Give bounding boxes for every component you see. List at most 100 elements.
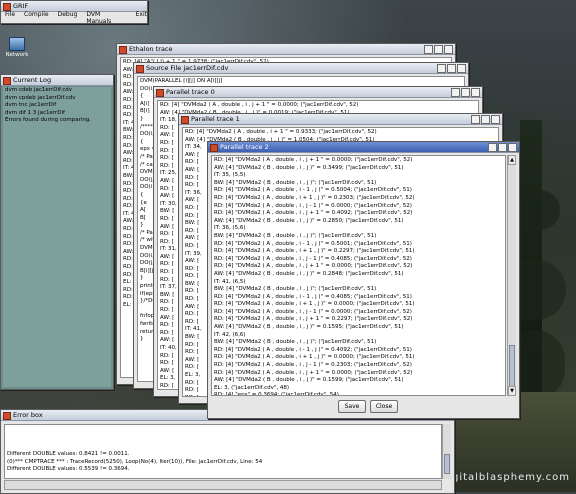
- window-icon: [210, 144, 218, 152]
- trace-line: RD: [4] "DVMda2 ( A , double , i , j - 1…: [214, 202, 412, 209]
- trace-line: IT: 36, (5,6): [214, 225, 246, 232]
- trace-line: RD: [4] "DVMda2 ( A , double , i - 1 , j…: [214, 187, 412, 194]
- parallel-trace-2-window: Parallel trace 2 RD: [4] "DVMda2 ( A , d…: [207, 141, 520, 419]
- error-box-hscrollbar[interactable]: [4, 480, 442, 490]
- close-button[interactable]: [508, 143, 517, 152]
- source-file-title: Source File jac1errDif.cdv: [146, 64, 229, 72]
- ethalon-trace-title: Ethalon trace: [129, 45, 173, 53]
- trace-line: RD: [4] "DVMda2 ( A , double , i , j - 1…: [214, 308, 412, 315]
- log-line: dvm cdeb jac1errDif.cdv: [5, 87, 73, 93]
- log-line: Errors found during comparing.: [5, 117, 92, 124]
- trace-line: AW: [4] "DVMda2 ( B , double , i , j )" …: [214, 270, 404, 277]
- parallel-trace-2-text[interactable]: RD: [4] "DVMda2 ( A , double , i , j + 1…: [211, 155, 506, 396]
- close-button[interactable]: [444, 45, 453, 54]
- ethalon-trace-titlebar[interactable]: Ethalon trace: [117, 44, 455, 55]
- scroll-thumb[interactable]: [509, 345, 515, 387]
- network-icon: [9, 37, 25, 51]
- trace-line: BW: [4] "DVMda2 ( B , double , i , j )";…: [214, 232, 377, 239]
- log-line: dvm dif 1 3 jac1errDif: [5, 109, 65, 116]
- maximize-button[interactable]: [447, 64, 456, 73]
- save-button[interactable]: Save: [338, 400, 366, 413]
- window-icon: [181, 116, 189, 124]
- maximize-button[interactable]: [498, 143, 507, 152]
- error-box-window: Error box Different DOUBLE values: 0.842…: [0, 409, 455, 494]
- error-line: Different DOUBLE values: 0.5539 != 0.369…: [7, 466, 130, 473]
- minimize-button[interactable]: [471, 115, 480, 124]
- trace-line: BW: [4] "DVMda2 ( B , double , i , j )";…: [214, 179, 377, 186]
- error-line: (0)*** CMPTRACE *** : TraceRecord(5250),…: [7, 458, 263, 465]
- network-icon-label: Network: [5, 52, 29, 58]
- current-log-title: Current Log: [13, 76, 52, 84]
- close-button[interactable]: Close: [370, 400, 398, 413]
- trace-line: AW: [4] "DVMda2 ( B , double , i , j )" …: [214, 377, 404, 384]
- scroll-down-arrow[interactable]: ▼: [508, 386, 516, 396]
- current-log-body: dvm cdeb jac1errDif.cdv dvm cpdeb jac1er…: [3, 87, 111, 387]
- trace-line: RD: [4] "DVMda2 ( A , double , i , j - 1…: [214, 255, 412, 262]
- window-icon: [119, 46, 127, 54]
- grif-menubar: File Compile Debug DVM Manuals Exit: [3, 11, 147, 25]
- source-file-titlebar[interactable]: Source File jac1errDif.cdv: [134, 63, 468, 74]
- window-icon: [3, 412, 11, 420]
- trace-line: AW: [4] "DVMda2 ( B , double , i , j )" …: [214, 324, 404, 331]
- current-log-titlebar[interactable]: Current Log: [1, 75, 113, 86]
- source-line: DVM(PARALLEL [i][j] ON A[i][j]: [140, 78, 223, 84]
- trace-line: RD: [4] "DVMda2 ( A , double , i + 1 , j…: [214, 248, 415, 255]
- trace-line: RD: [4] "DVMda2 ( A , double , i - 1 , j…: [214, 240, 412, 247]
- trace-line: RD: [4] "DVMda2 ( A , double , i + 1 " =…: [185, 129, 377, 135]
- log-line: dvm cpdeb jac1errDif.cdv: [5, 94, 76, 101]
- log-line: dvm tnc jac1errDif: [5, 102, 57, 109]
- trace-line: RD: [4] "DVMda2 ( A , double , i - 1 , j…: [214, 346, 412, 353]
- window-icon: [136, 65, 144, 73]
- error-line: Different DOUBLE values: 0.8421 != 0.001…: [7, 451, 130, 457]
- close-button[interactable]: [491, 115, 500, 124]
- trace-line: RD: [4] "DVMda2 ( A , double , i , j - 1…: [214, 362, 412, 369]
- trace-line: EL: 3, ("jac1errDif.cdv", 48): [214, 384, 290, 391]
- network-desktop-icon[interactable]: Network: [4, 37, 30, 58]
- maximize-button[interactable]: [461, 88, 470, 97]
- parallel-trace-0-titlebar[interactable]: Parallel trace 0: [154, 87, 482, 98]
- minimize-button[interactable]: [451, 88, 460, 97]
- trace-line: RD: [4] "DVMda2 ( A , double , i + 1 , j…: [214, 301, 415, 308]
- trace-line: RD: [4] "DVMda2 ( A , double , i + 1 , j…: [214, 194, 415, 201]
- parallel-trace-1-title: Parallel trace 1: [191, 115, 240, 123]
- minimize-button[interactable]: [424, 45, 433, 54]
- close-button[interactable]: [457, 64, 466, 73]
- trace-line: BW: [4] "DVMda2 ( B , double , i , j )";…: [214, 339, 377, 346]
- trace-line: RD: [4] "eps" = 0.3694; ("jac1errDif.cdv…: [214, 392, 339, 396]
- menu-compile[interactable]: Compile: [24, 11, 49, 20]
- trace-line: RD: [4] "DVMda2 ( A , double , i + 1 , j…: [214, 354, 415, 361]
- trace-line: BW: [4] "DVMda2 ( B , double , i , j )";…: [214, 286, 377, 293]
- error-box-scrollbar[interactable]: [442, 424, 451, 479]
- trace-line: IT: 41, (6,5): [214, 278, 246, 285]
- minimize-button[interactable]: [488, 143, 497, 152]
- trace-line: IT: 42, (6,6): [214, 331, 246, 338]
- parallel-trace-2-scrollbar[interactable]: ▲ ▼: [507, 155, 516, 396]
- menu-dvm-manuals[interactable]: DVM Manuals: [86, 11, 126, 25]
- maximize-button[interactable]: [434, 45, 443, 54]
- trace-line: RD: [4] "DVMda2 ( A , double , i , j + 1…: [214, 369, 413, 376]
- trace-line: RD: [4] "DVMda2 ( A , double , i , j + 1…: [214, 263, 413, 270]
- menu-file[interactable]: File: [5, 11, 15, 20]
- grif-title: GRIF: [13, 2, 29, 10]
- scroll-thumb[interactable]: [444, 454, 450, 474]
- scroll-up-arrow[interactable]: ▲: [508, 155, 516, 165]
- trace-line: RD: [4] "DVMda2 ( A , double , i , j + 1…: [214, 157, 413, 163]
- menu-debug[interactable]: Debug: [58, 11, 78, 20]
- menu-exit[interactable]: Exit: [136, 11, 147, 20]
- parallel-trace-1-titlebar[interactable]: Parallel trace 1: [179, 114, 502, 125]
- error-box-body[interactable]: Different DOUBLE values: 0.8421 != 0.001…: [4, 424, 442, 479]
- trace-line: RD: [4] "DVMda2 ( A , double , i , j + 1…: [214, 316, 413, 323]
- wallpaper-watermark: digitalblasphemy.com: [440, 472, 570, 483]
- window-icon: [3, 77, 11, 85]
- app-icon: [3, 3, 11, 11]
- close-button[interactable]: [471, 88, 480, 97]
- minimize-button[interactable]: [437, 64, 446, 73]
- maximize-button[interactable]: [481, 115, 490, 124]
- trace-line: IT: 35, (5,5): [214, 172, 246, 179]
- parallel-trace-2-title: Parallel trace 2: [220, 143, 269, 151]
- current-log-window: Current Log dvm cdeb jac1errDif.cdv dvm …: [0, 74, 114, 390]
- parallel-trace-2-titlebar[interactable]: Parallel trace 2: [208, 142, 519, 153]
- grif-window: GRIF File Compile Debug DVM Manuals Exit: [0, 0, 148, 25]
- trace-line: AW: [4] "DVMda2 ( B , double , i , j )" …: [214, 217, 404, 224]
- window-icon: [156, 89, 164, 97]
